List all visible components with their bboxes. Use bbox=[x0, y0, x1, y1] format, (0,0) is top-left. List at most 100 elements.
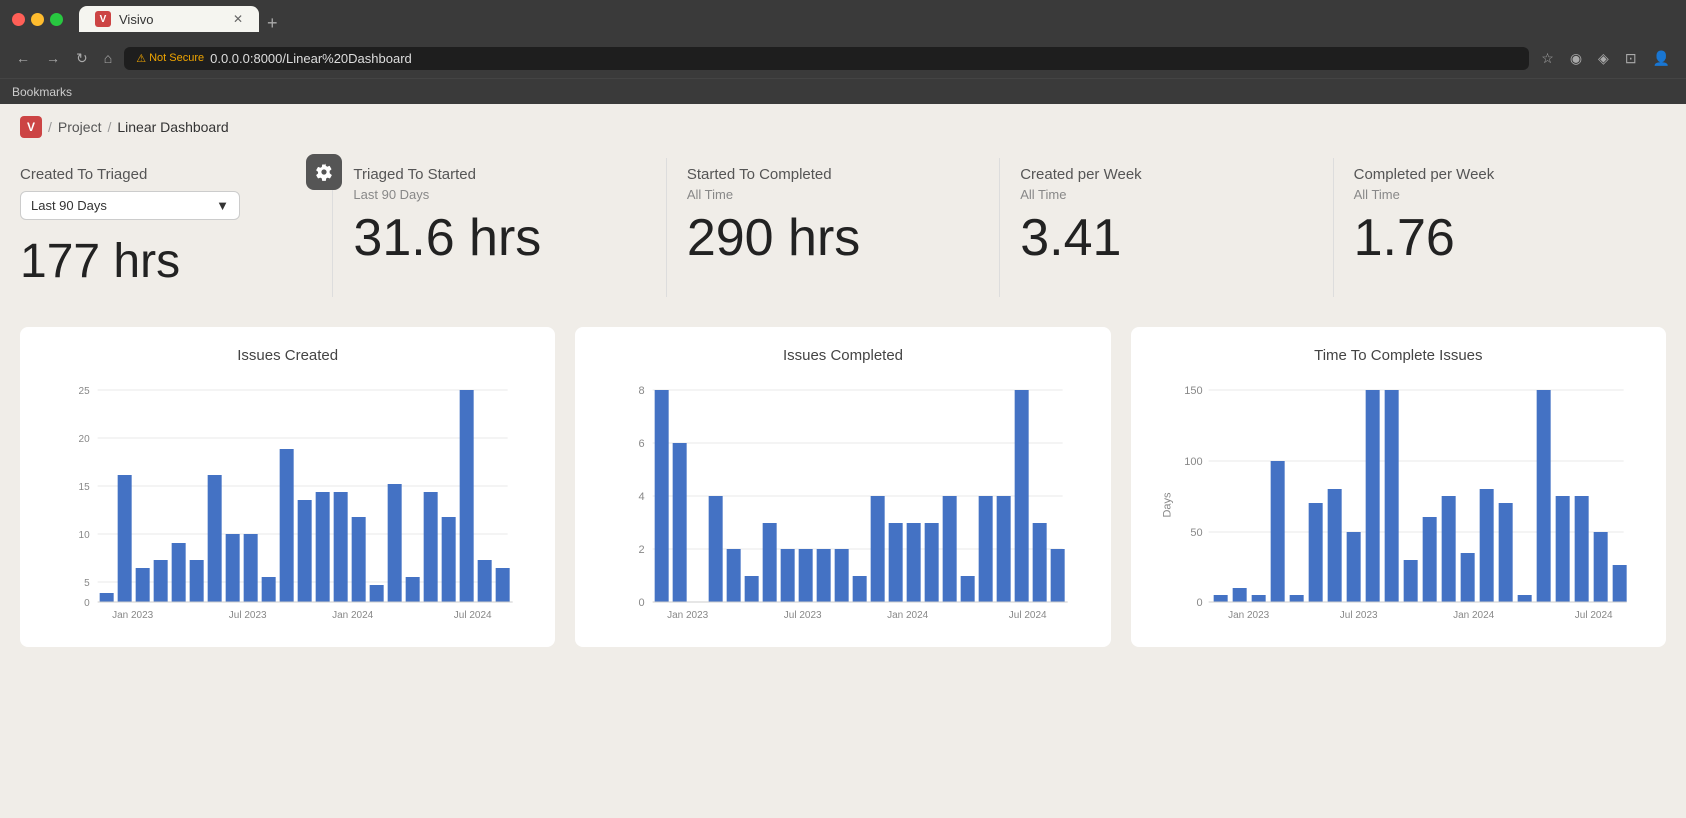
home-button[interactable]: ⌂ bbox=[100, 48, 116, 68]
chart-title-issues-created: Issues Created bbox=[40, 347, 535, 364]
chart-title-time-complete: Time To Complete Issues bbox=[1151, 347, 1646, 364]
stats-row: Created To Triaged Last 90 Days ▼ 177 hr… bbox=[0, 150, 1686, 317]
tab-favicon: V bbox=[95, 11, 111, 27]
svg-text:Jul 2024: Jul 2024 bbox=[1574, 610, 1612, 620]
svg-text:Jan 2023: Jan 2023 bbox=[1228, 610, 1270, 620]
svg-text:2: 2 bbox=[639, 544, 645, 556]
stat-sublabel-1: Last 90 Days bbox=[353, 187, 645, 202]
security-badge: ⚠ Not Secure bbox=[136, 52, 204, 65]
svg-text:10: 10 bbox=[79, 530, 91, 541]
svg-text:4: 4 bbox=[639, 491, 645, 503]
stat-value-1: 31.6 hrs bbox=[353, 210, 645, 267]
chart-title-issues-completed: Issues Completed bbox=[595, 347, 1090, 364]
minimize-traffic-light[interactable] bbox=[31, 13, 44, 26]
visivo-logo[interactable]: V bbox=[20, 116, 42, 138]
svg-text:Jan 2024: Jan 2024 bbox=[332, 610, 374, 620]
maximize-traffic-light[interactable] bbox=[50, 13, 63, 26]
tab-bar: V Visivo ✕ + bbox=[79, 6, 1366, 32]
browser-toolbar: ← → ↻ ⌂ ⚠ Not Secure 0.0.0.0:8000/Linear… bbox=[0, 38, 1686, 78]
svg-text:Jul 2024: Jul 2024 bbox=[454, 610, 492, 620]
svg-text:0: 0 bbox=[1196, 597, 1202, 609]
stat-label-0: Created To Triaged bbox=[20, 166, 312, 183]
close-traffic-light[interactable] bbox=[12, 13, 25, 26]
gear-icon bbox=[315, 163, 333, 181]
breadcrumb-sep-1: / bbox=[48, 119, 52, 135]
address-bar[interactable]: ⚠ Not Secure 0.0.0.0:8000/Linear%20Dashb… bbox=[124, 47, 1529, 70]
breadcrumb-sep-2: / bbox=[107, 119, 111, 135]
breadcrumb-project-link[interactable]: Project bbox=[58, 119, 102, 135]
breadcrumb: V / Project / Linear Dashboard bbox=[0, 104, 1686, 150]
svg-text:5: 5 bbox=[84, 578, 90, 589]
page-content: V / Project / Linear Dashboard Created T… bbox=[0, 104, 1686, 818]
stat-label-1: Triaged To Started bbox=[353, 166, 645, 183]
chart-area-issues-completed: 8 6 4 2 0 bbox=[595, 380, 1090, 620]
back-button[interactable]: ← bbox=[12, 48, 34, 68]
stat-label-4: Completed per Week bbox=[1354, 166, 1646, 183]
svg-text:Jan 2024: Jan 2024 bbox=[887, 610, 929, 620]
dropdown-selected: Last 90 Days bbox=[31, 198, 107, 213]
chevron-down-icon: ▼ bbox=[216, 198, 229, 213]
stat-value-2: 290 hrs bbox=[687, 210, 979, 267]
svg-text:Jul 2024: Jul 2024 bbox=[1009, 610, 1047, 620]
svg-text:Jul 2023: Jul 2023 bbox=[1339, 610, 1377, 620]
time-complete-svg: Days 150 100 50 0 bbox=[1151, 380, 1646, 620]
reload-button[interactable]: ↻ bbox=[72, 48, 92, 69]
extension-icon-2[interactable]: ◈ bbox=[1594, 48, 1613, 69]
chart-area-issues-created: 25 20 15 10 5 0 bbox=[40, 380, 535, 620]
svg-text:Jan 2023: Jan 2023 bbox=[112, 610, 154, 620]
url-text: 0.0.0.0:8000/Linear%20Dashboard bbox=[210, 51, 412, 66]
stat-card-completed-week: Completed per Week All Time 1.76 bbox=[1334, 158, 1666, 297]
chart-issues-completed: Issues Completed 8 6 4 2 0 bbox=[575, 327, 1110, 647]
active-browser-tab[interactable]: V Visivo ✕ bbox=[79, 6, 259, 32]
tab-title: Visivo bbox=[119, 12, 153, 27]
issues-completed-svg: 8 6 4 2 0 bbox=[595, 380, 1090, 620]
stat-sublabel-2: All Time bbox=[687, 187, 979, 202]
stat-card-created-week: Created per Week All Time 3.41 bbox=[1000, 158, 1333, 297]
time-range-dropdown[interactable]: Last 90 Days ▼ bbox=[20, 191, 240, 220]
tab-close-button[interactable]: ✕ bbox=[233, 12, 243, 26]
stat-value-3: 3.41 bbox=[1020, 210, 1312, 267]
forward-button[interactable]: → bbox=[42, 48, 64, 68]
svg-text:Jul 2023: Jul 2023 bbox=[229, 610, 267, 620]
breadcrumb-current: Linear Dashboard bbox=[117, 119, 228, 135]
toolbar-actions: ☆ ◉ ◈ ⊡ 👤 bbox=[1537, 48, 1674, 69]
stat-label-2: Started To Completed bbox=[687, 166, 979, 183]
security-label: Not Secure bbox=[149, 52, 204, 64]
charts-section: Issues Created 25 20 15 10 5 0 bbox=[0, 317, 1686, 667]
svg-text:50: 50 bbox=[1190, 527, 1202, 539]
svg-text:6: 6 bbox=[639, 438, 645, 450]
svg-text:15: 15 bbox=[79, 482, 91, 493]
stat-sublabel-3: All Time bbox=[1020, 187, 1312, 202]
stat-card-created-triaged: Created To Triaged Last 90 Days ▼ 177 hr… bbox=[20, 158, 333, 297]
svg-text:Days: Days bbox=[1161, 492, 1173, 518]
svg-text:8: 8 bbox=[639, 385, 645, 397]
stat-sublabel-4: All Time bbox=[1354, 187, 1646, 202]
svg-text:25: 25 bbox=[79, 386, 91, 397]
svg-text:100: 100 bbox=[1184, 456, 1202, 468]
dropdown-wrapper: Last 90 Days ▼ bbox=[20, 191, 312, 220]
stat-card-started-completed: Started To Completed All Time 290 hrs bbox=[667, 158, 1000, 297]
bookmarks-bar: Bookmarks bbox=[0, 78, 1686, 104]
bookmark-star-icon[interactable]: ☆ bbox=[1537, 48, 1558, 69]
new-tab-button[interactable]: + bbox=[259, 14, 286, 32]
stat-card-triaged-started: Triaged To Started Last 90 Days 31.6 hrs bbox=[333, 158, 666, 297]
chart-time-complete: Time To Complete Issues Days 150 100 50 … bbox=[1131, 327, 1666, 647]
chart-issues-created: Issues Created 25 20 15 10 5 0 bbox=[20, 327, 555, 647]
traffic-lights bbox=[12, 13, 63, 26]
bookmarks-label[interactable]: Bookmarks bbox=[12, 85, 72, 99]
extension-icon-3[interactable]: ⊡ bbox=[1621, 48, 1641, 69]
chart-area-time-complete: Days 150 100 50 0 bbox=[1151, 380, 1646, 620]
svg-text:150: 150 bbox=[1184, 385, 1202, 397]
issues-created-svg: 25 20 15 10 5 0 bbox=[40, 380, 535, 620]
extension-icon-1[interactable]: ◉ bbox=[1566, 48, 1586, 69]
svg-text:0: 0 bbox=[84, 598, 90, 609]
browser-titlebar: V Visivo ✕ + bbox=[0, 0, 1686, 38]
svg-text:Jan 2023: Jan 2023 bbox=[667, 610, 709, 620]
svg-text:0: 0 bbox=[639, 597, 645, 609]
svg-text:Jan 2024: Jan 2024 bbox=[1453, 610, 1495, 620]
browser-chrome: V Visivo ✕ + ← → ↻ ⌂ ⚠ Not Secure 0.0.0.… bbox=[0, 0, 1686, 104]
stat-value-0: 177 hrs bbox=[20, 236, 312, 289]
svg-text:Jul 2023: Jul 2023 bbox=[784, 610, 822, 620]
warning-icon: ⚠ bbox=[136, 52, 146, 65]
profile-icon[interactable]: 👤 bbox=[1649, 48, 1674, 69]
